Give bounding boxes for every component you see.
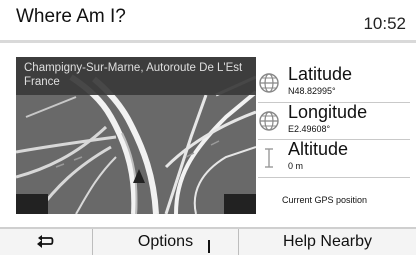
address-overlay: Champigny-Sur-Marne, Autoroute De L'Est … <box>16 57 256 95</box>
altitude-label: Altitude <box>288 139 349 159</box>
back-button[interactable] <box>0 229 93 255</box>
altitude-value: 0 m <box>288 161 304 171</box>
address-line-country: France <box>24 76 60 88</box>
map-view[interactable]: Champigny-Sur-Marne, Autoroute De L'Est … <box>16 57 256 214</box>
altitude-icon <box>265 148 273 168</box>
map-corner-left[interactable] <box>16 194 48 214</box>
back-arrow-icon <box>37 235 54 248</box>
map-corner-right[interactable] <box>224 194 256 214</box>
globe-icon <box>259 111 279 131</box>
text-cursor <box>208 240 210 253</box>
latitude-value: N48.82995° <box>288 86 336 96</box>
longitude-row: Longitude E2.49608° <box>258 102 410 140</box>
altitude-row: Altitude 0 m <box>258 139 410 177</box>
address-line-street: Champigny-Sur-Marne, Autoroute De L'Est <box>24 62 243 74</box>
longitude-label: Longitude <box>288 102 368 122</box>
options-button[interactable]: Options <box>93 229 239 255</box>
page-title: Where Am I? <box>16 6 126 27</box>
clock: 10:52 <box>363 14 406 33</box>
latitude-label: Latitude <box>288 64 353 84</box>
header-bar: Where Am I? 10:52 <box>0 0 416 42</box>
gps-status-text: Current GPS position <box>282 195 368 205</box>
latitude-row: Latitude N48.82995° <box>258 64 410 102</box>
longitude-value: E2.49608° <box>288 124 331 134</box>
divider <box>258 177 410 178</box>
header-divider <box>0 40 416 43</box>
globe-icon <box>259 73 279 93</box>
help-nearby-button[interactable]: Help Nearby <box>239 229 416 255</box>
